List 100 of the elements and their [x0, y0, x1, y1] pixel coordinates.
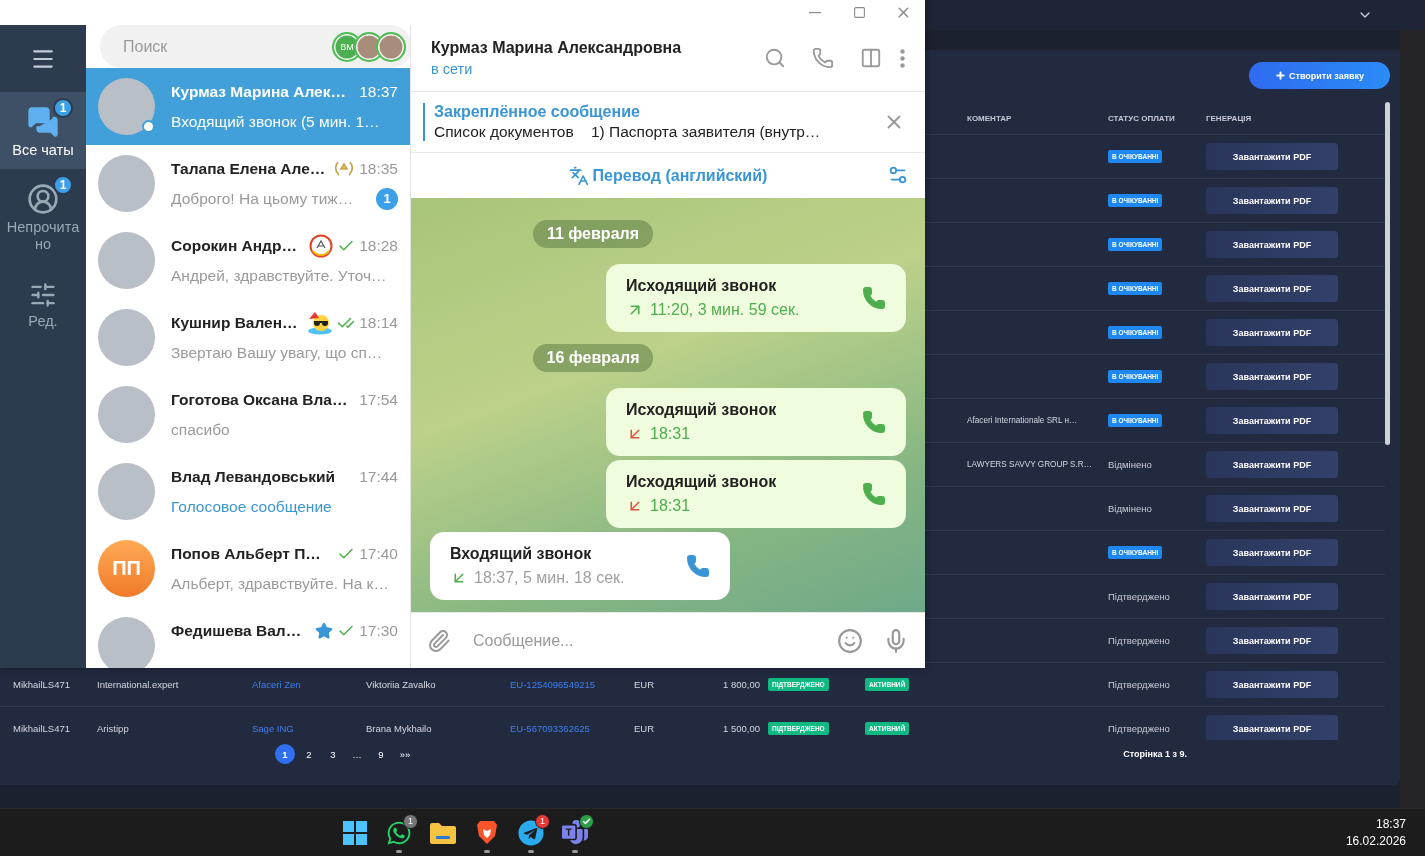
chat-time: 18:35: [359, 159, 398, 178]
star-icon: [315, 621, 334, 640]
phone-icon[interactable]: [862, 482, 886, 506]
chat-preview: Доброго! На цьому тиж…: [171, 189, 354, 208]
phone-icon[interactable]: [862, 286, 886, 310]
pinned-title: Закреплённое сообщение: [434, 103, 641, 121]
more-button[interactable]: [900, 48, 905, 68]
folder-tab[interactable]: 1 Непрочитано: [0, 169, 86, 263]
download-pdf-button[interactable]: Завантажити PDF: [1206, 451, 1338, 478]
page-button[interactable]: 9: [371, 744, 391, 764]
unread-badge: 1: [376, 187, 398, 210]
table-cell: MikhailLS471: [13, 723, 71, 734]
page-button[interactable]: 2: [299, 744, 319, 764]
date-label: 16 февраля: [532, 344, 654, 372]
table-link[interactable]: EU-1254096549215: [510, 679, 596, 690]
chat-preview: Голосовое сообщение: [171, 497, 332, 516]
chat-time: 18:37: [359, 82, 398, 101]
download-pdf-button[interactable]: Завантажити PDF: [1206, 539, 1338, 566]
windows-logo-icon[interactable]: [343, 820, 367, 845]
page-button[interactable]: …: [347, 744, 367, 764]
table-cell: Brana Mykhailo: [366, 723, 432, 734]
notification-badge: 1: [535, 813, 550, 829]
emoji-icon[interactable]: [837, 627, 863, 654]
table-cell: EUR: [634, 679, 655, 690]
scrollbar[interactable]: [1385, 102, 1390, 445]
chat-preview: Андрей, здравствуйте. Уточ…: [171, 266, 387, 285]
folder-icon[interactable]: [430, 821, 456, 844]
table-link[interactable]: Afaceri Zen: [252, 679, 301, 690]
table-cell: Підтверджено: [1108, 635, 1170, 646]
avatar: [98, 309, 155, 366]
table-cell: LAWYERS SAVVY GROUP S.R…: [967, 460, 1092, 469]
chat-time: 17:44: [359, 467, 398, 486]
chat-preview: Альберт, здравствуйте. На к…: [171, 574, 389, 593]
online-status: в сети: [431, 61, 474, 77]
create-request-button[interactable]: Створити заявку: [1249, 62, 1390, 89]
call-button[interactable]: [812, 47, 834, 69]
download-pdf-button[interactable]: Завантажити PDF: [1206, 627, 1338, 654]
table-link[interactable]: EU-567093362625: [510, 723, 590, 734]
search-button[interactable]: [764, 47, 786, 69]
settings-button[interactable]: [887, 164, 909, 186]
folder-label: Непрочитано: [6, 219, 80, 253]
folder-tab[interactable]: 1 Все чаты: [0, 92, 86, 169]
side-panel-icon: [860, 47, 882, 69]
pinned-message-bar[interactable]: Закреплённое сообщение Список документов 1) Паспорта заявителя (внутр…: [411, 92, 925, 153]
download-pdf-button[interactable]: Завантажити PDF: [1206, 363, 1338, 390]
avatar: [98, 463, 155, 520]
page-button[interactable]: »»: [395, 744, 415, 764]
page-summary: Сторінка 1 з 9.: [1123, 749, 1187, 759]
chat-name: Попов Альберт П…: [171, 544, 321, 563]
folder-tab[interactable]: Ред.: [0, 263, 86, 340]
page-button[interactable]: 3: [323, 744, 343, 764]
page-button[interactable]: 1: [275, 744, 295, 764]
chat-preview: Звертаю Вашу увагу, що сп…: [171, 343, 383, 362]
download-pdf-button[interactable]: Завантажити PDF: [1206, 143, 1338, 170]
avatar: ПП: [98, 540, 155, 597]
user-icon: [27, 183, 59, 215]
download-pdf-button[interactable]: Завантажити PDF: [1206, 671, 1338, 698]
folder-label: Ред.: [28, 313, 58, 330]
avatar: [98, 155, 155, 212]
download-pdf-button[interactable]: Завантажити PDF: [1206, 495, 1338, 522]
phone-icon[interactable]: [686, 554, 710, 578]
column-header: ГЕНЕРАЦІЯ: [1206, 113, 1253, 123]
chat-name: Гоготова Оксана Вла…: [171, 390, 348, 409]
chat-name: Талапа Елена Але…: [171, 159, 326, 178]
folder-label: Все чаты: [12, 142, 74, 159]
chat-name: Сорокин Андр…: [171, 236, 297, 255]
call-details: 18:37, 5 мин. 18 сек.: [474, 569, 625, 587]
unread-badge: 1: [53, 98, 73, 118]
table-cell: Відмінено: [1108, 459, 1152, 470]
table-link[interactable]: Sage ING: [252, 723, 294, 734]
maximize-icon: [852, 6, 866, 19]
chat-app-icon[interactable]: [386, 819, 412, 846]
story-avatar[interactable]: [376, 31, 406, 62]
download-pdf-button[interactable]: Завантажити PDF: [1206, 583, 1338, 610]
call-title: Исходящий звонок: [626, 473, 778, 491]
paper-plane-icon[interactable]: [518, 819, 544, 846]
date-label: 11 февраля: [532, 220, 654, 248]
download-pdf-button[interactable]: Завантажити PDF: [1206, 407, 1338, 434]
sunglasses-emoji-icon: [307, 310, 334, 335]
download-pdf-button[interactable]: Завантажити PDF: [1206, 275, 1338, 302]
clock-time: 18:37: [1375, 817, 1406, 831]
chats-icon: [27, 106, 59, 138]
download-pdf-button[interactable]: Завантажити PDF: [1206, 319, 1338, 346]
download-pdf-button[interactable]: Завантажити PDF: [1206, 187, 1338, 214]
plus-icon: [1275, 70, 1286, 81]
call-title: Входящий звонок: [450, 545, 593, 563]
table-cell: MikhailLS471: [13, 679, 71, 690]
call-title: Исходящий звонок: [626, 401, 778, 419]
call-details: 18:31: [650, 497, 691, 515]
side-panel-button[interactable]: [860, 47, 882, 69]
chat-preview: спасибо: [171, 420, 230, 439]
phone-icon[interactable]: [862, 410, 886, 434]
download-pdf-button[interactable]: Завантажити PDF: [1206, 715, 1338, 740]
table-cell: Відмінено: [1108, 503, 1152, 514]
chat-name: Кушнир Вален…: [171, 313, 298, 332]
download-pdf-button[interactable]: Завантажити PDF: [1206, 231, 1338, 258]
teams-icon[interactable]: [562, 819, 588, 846]
attach-icon[interactable]: [427, 628, 451, 653]
notification-badge: 1: [403, 813, 418, 829]
pinned-text: Список документов 1) Паспорта заявителя (внутр…: [434, 123, 822, 141]
